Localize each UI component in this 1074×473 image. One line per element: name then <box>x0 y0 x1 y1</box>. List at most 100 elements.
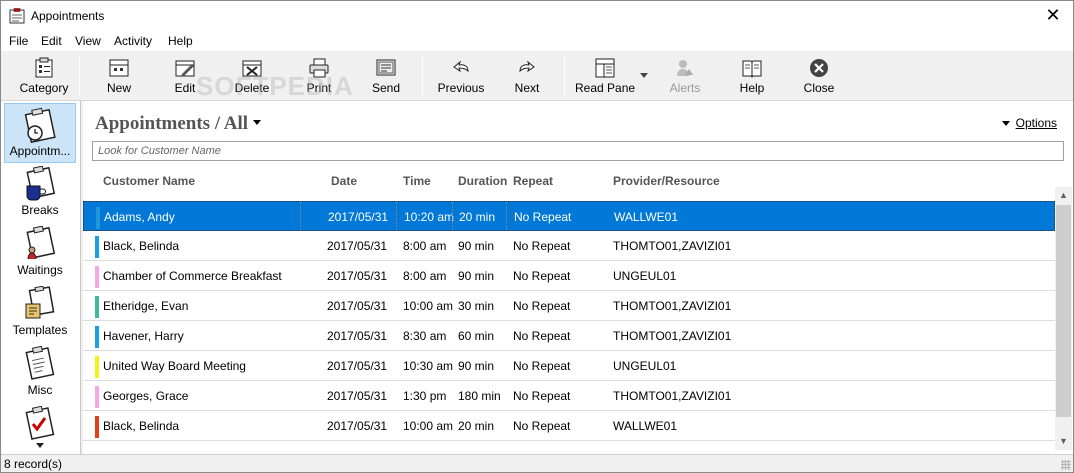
cell-name: Black, Belinda <box>103 419 180 433</box>
send-label: Send <box>371 81 401 95</box>
window-title: Appointments <box>31 9 105 23</box>
close-circle-icon <box>810 59 828 77</box>
category-button[interactable]: Category <box>19 55 69 99</box>
cell-divider <box>300 202 301 232</box>
menu-edit[interactable]: Edit <box>41 34 62 48</box>
sidebar-item-appointments[interactable]: Appointm... <box>4 103 76 163</box>
softpedia-watermark: SOFTPEDIA <box>196 71 354 101</box>
cell-divider <box>452 202 453 232</box>
checklist-clipboard-icon <box>25 406 55 440</box>
cell-repeat: No Repeat <box>513 239 571 253</box>
view-title[interactable]: Appointments / All <box>95 113 248 135</box>
help-button[interactable]: Help <box>732 55 772 99</box>
cell-provider: THOMTO01,ZAVIZI01 <box>613 299 732 313</box>
column-header-time[interactable]: Time <box>403 174 431 188</box>
sidebar-item-label: Appointm... <box>9 144 71 158</box>
breaks-coffee-icon <box>26 166 56 201</box>
menu-help[interactable]: Help <box>168 34 193 48</box>
window-close-button[interactable]: ✕ <box>1043 5 1063 25</box>
cell-provider: THOMTO01,ZAVIZI01 <box>613 329 732 343</box>
table-row[interactable]: Black, Belinda 2017/05/31 10:00 am 20 min No… <box>83 411 1055 441</box>
vertical-scrollbar[interactable]: ▲ ▼ <box>1055 187 1072 450</box>
sidebar-item-templates[interactable]: Templates <box>4 283 76 343</box>
column-header-customer-name[interactable]: Customer Name <box>103 174 195 188</box>
cell-name: Etheridge, Evan <box>103 299 189 313</box>
menu-activity[interactable]: Activity <box>114 34 152 48</box>
cell-time: 1:30 pm <box>403 389 447 403</box>
alerts-icon <box>677 60 693 76</box>
cell-date: 2017/05/31 <box>327 239 388 253</box>
cell-provider: UNGEUL01 <box>613 269 677 283</box>
new-label: New <box>106 81 131 95</box>
cell-time: 8:30 am <box>403 329 447 343</box>
alerts-label: Alerts <box>669 81 701 95</box>
previous-arrow-icon <box>453 60 469 73</box>
cell-duration: 90 min <box>458 239 495 253</box>
previous-label: Previous <box>437 81 485 95</box>
sidebar-item-checklist[interactable] <box>4 403 76 453</box>
cell-duration: 180 min <box>458 389 501 403</box>
cell-duration: 90 min <box>458 359 495 373</box>
row-color-marker <box>95 236 99 258</box>
cell-provider: UNGEUL01 <box>613 359 677 373</box>
next-button[interactable]: Next <box>507 55 547 99</box>
cell-provider: WALLWE01 <box>614 210 679 224</box>
table-row[interactable]: Havener, Harry 2017/05/31 8:30 am 60 min No … <box>83 321 1055 351</box>
app-icon <box>9 8 25 24</box>
cell-repeat: No Repeat <box>514 210 572 224</box>
resize-grip[interactable] <box>1061 460 1071 470</box>
column-header-repeat[interactable]: Repeat <box>513 174 553 188</box>
menu-view[interactable]: View <box>75 34 101 48</box>
search-input[interactable]: Look for Customer Name <box>92 141 1064 161</box>
column-header-provider[interactable]: Provider/Resource <box>613 174 720 188</box>
column-header-duration[interactable]: Duration <box>458 174 507 188</box>
misc-clipboard-icon <box>25 346 55 380</box>
waitings-clipboard-icon <box>26 226 56 260</box>
previous-button[interactable]: Previous <box>436 55 486 99</box>
sidebar-item-label: Waitings <box>17 263 63 277</box>
sidebar-item-breaks[interactable]: Breaks <box>4 163 76 223</box>
cell-time: 8:00 am <box>403 269 447 283</box>
scroll-down-arrow-icon[interactable]: ▼ <box>1055 433 1072 450</box>
read-pane-button[interactable]: Read Pane <box>575 55 635 99</box>
close-button[interactable]: Close <box>799 55 839 99</box>
table-row[interactable]: Chamber of Commerce Breakfast 2017/05/31 8… <box>83 261 1055 291</box>
options-button[interactable]: Options <box>1001 116 1057 130</box>
table-row[interactable]: Black, Belinda 2017/05/31 8:00 am 90 min No … <box>83 231 1055 261</box>
scroll-thumb[interactable] <box>1056 205 1071 417</box>
sidebar-more-arrow[interactable] <box>36 443 44 448</box>
scroll-up-arrow-icon[interactable]: ▲ <box>1055 187 1072 204</box>
sidebar-item-label: Templates <box>12 323 68 337</box>
row-color-marker <box>95 386 99 408</box>
column-header-date[interactable]: Date <box>331 174 357 188</box>
toolbar-separator <box>422 56 423 96</box>
sidebar-item-misc[interactable]: Misc <box>4 343 76 403</box>
send-button[interactable]: Send <box>366 55 406 99</box>
cell-repeat: No Repeat <box>513 329 571 343</box>
table-row[interactable]: United Way Board Meeting 2017/05/31 10:30 … <box>83 351 1055 381</box>
options-label: Options <box>1015 116 1057 130</box>
alerts-button[interactable]: Alerts <box>665 55 705 99</box>
cell-date: 2017/05/31 <box>327 419 388 433</box>
sidebar-item-waitings[interactable]: Waitings <box>4 223 76 283</box>
table-row[interactable]: Etheridge, Evan 2017/05/31 10:00 am 30 min N… <box>83 291 1055 321</box>
cell-time: 10:00 am <box>403 299 454 313</box>
cell-name: Chamber of Commerce Breakfast <box>103 269 282 283</box>
help-label: Help <box>739 81 765 95</box>
cell-provider: WALLWE01 <box>613 419 678 433</box>
cell-date: 2017/05/31 <box>327 329 388 343</box>
menu-bar: File Edit View Activity Help <box>1 31 1073 51</box>
edit-icon <box>175 60 195 77</box>
view-dropdown-arrow[interactable] <box>253 120 261 125</box>
toolbar-separator <box>79 56 80 96</box>
cell-time: 10:30 am <box>403 359 454 373</box>
cell-repeat: No Repeat <box>513 419 571 433</box>
row-color-marker <box>96 207 100 229</box>
menu-file[interactable]: File <box>9 34 28 48</box>
new-button[interactable]: New <box>99 55 139 99</box>
options-dropdown-icon <box>1001 121 1010 127</box>
read-pane-dropdown-arrow[interactable] <box>640 73 648 78</box>
table-row[interactable]: Adams, Andy 2017/05/31 10:20 am 20 min No Re… <box>83 201 1055 232</box>
cell-duration: 20 min <box>459 210 496 224</box>
table-row[interactable]: Georges, Grace 2017/05/31 1:30 pm 180 min No… <box>83 381 1055 411</box>
